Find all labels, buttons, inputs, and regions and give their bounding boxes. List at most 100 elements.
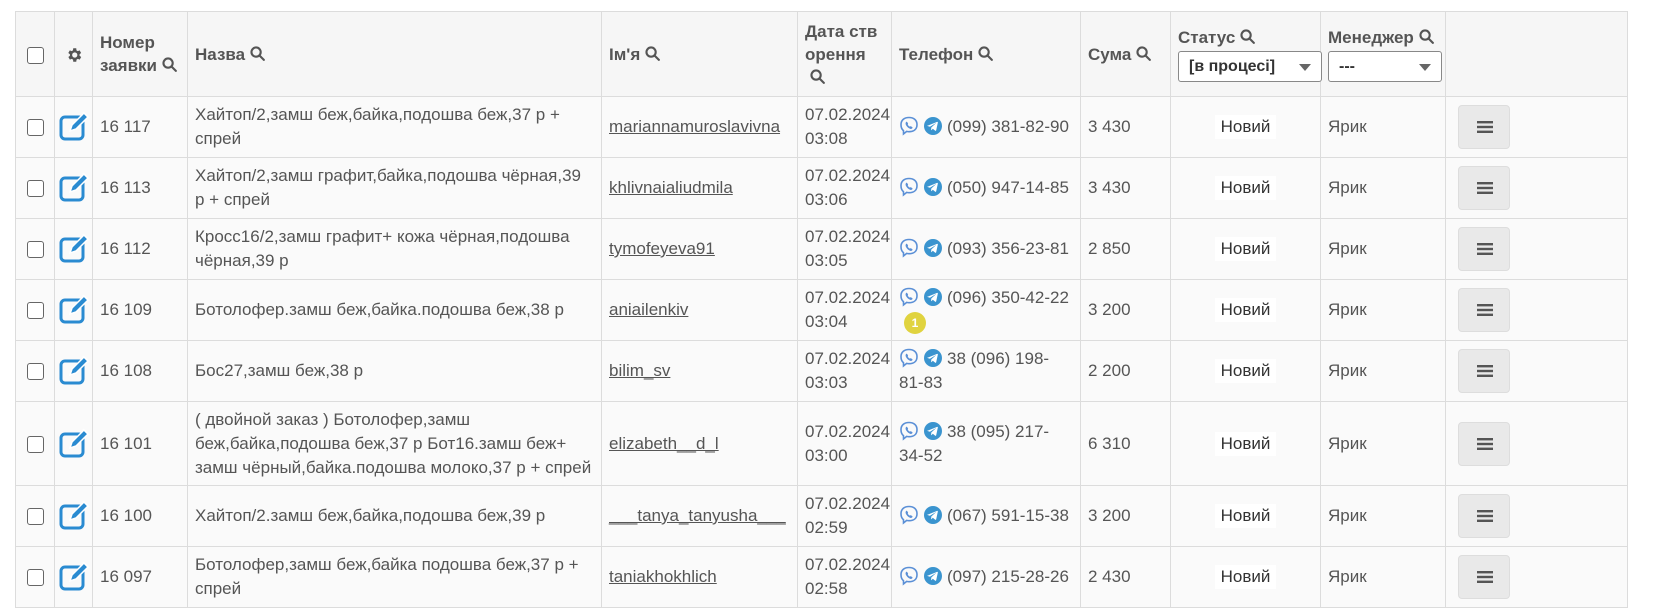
header-status: Статус [в процесі]	[1170, 11, 1322, 97]
row-edit-cell	[54, 401, 93, 486]
row-checkbox[interactable]	[26, 569, 44, 587]
menu-icon	[1477, 365, 1493, 377]
order-number: 16 113	[92, 157, 188, 219]
edit-icon[interactable]	[58, 500, 90, 532]
header-order-number[interactable]: Номер заявки	[92, 11, 188, 97]
header-manager-label: Менеджер	[1328, 28, 1414, 47]
edit-icon[interactable]	[58, 172, 90, 204]
phone-number[interactable]: (067) 591-15-38	[947, 506, 1069, 525]
row-menu-button[interactable]	[1458, 349, 1510, 393]
viber-icon[interactable]	[899, 177, 919, 197]
viber-icon[interactable]	[899, 287, 919, 307]
phone-number[interactable]: (099) 381-82-90	[947, 117, 1069, 136]
telegram-icon[interactable]	[923, 348, 943, 368]
viber-icon[interactable]	[899, 238, 919, 258]
search-icon[interactable]	[1239, 28, 1256, 45]
row-menu-button[interactable]	[1458, 166, 1510, 210]
viber-icon[interactable]	[899, 505, 919, 525]
phone-number[interactable]: 38 (096) 198-81-83	[899, 349, 1049, 392]
customer-link[interactable]: mariannamuroslavivna	[609, 117, 780, 136]
telegram-icon[interactable]	[923, 238, 943, 258]
table-row: 16 109 Ботолофер.замш беж,байка.подошва …	[15, 279, 1628, 341]
row-menu-button[interactable]	[1458, 421, 1510, 466]
customer-link[interactable]: tymofeyeva91	[609, 239, 715, 258]
actions-cell	[1445, 218, 1628, 280]
row-menu-button[interactable]	[1458, 288, 1510, 332]
manager-filter-select[interactable]: ---	[1328, 51, 1442, 82]
viber-icon[interactable]	[899, 116, 919, 136]
phone-number[interactable]: (096) 350-42-22	[947, 288, 1069, 307]
customer-link[interactable]: aniailenkiv	[609, 300, 688, 319]
telegram-icon[interactable]	[923, 505, 943, 525]
search-icon[interactable]	[1135, 45, 1152, 62]
customer-link[interactable]: taniakhokhlich	[609, 567, 717, 586]
header-amount[interactable]: Сума	[1080, 11, 1171, 97]
row-menu-button[interactable]	[1458, 494, 1510, 538]
phone-number[interactable]: (097) 215-28-26	[947, 567, 1069, 586]
telegram-icon[interactable]	[923, 421, 943, 441]
edit-icon[interactable]	[58, 427, 90, 460]
header-customer[interactable]: Ім'я	[601, 11, 798, 97]
amount-cell: 2 850	[1080, 218, 1171, 280]
edit-icon[interactable]	[58, 355, 90, 387]
notification-badge[interactable]: 1	[904, 312, 926, 334]
phone-number[interactable]: (050) 947-14-85	[947, 178, 1069, 197]
status-badge: Новий	[1214, 431, 1277, 456]
search-icon[interactable]	[161, 56, 178, 73]
row-checkbox[interactable]	[26, 119, 44, 137]
telegram-icon[interactable]	[923, 287, 943, 307]
telegram-icon[interactable]	[923, 116, 943, 136]
viber-icon[interactable]	[899, 566, 919, 586]
created-date: 07.02.2024	[805, 288, 891, 307]
edit-icon[interactable]	[58, 233, 90, 265]
actions-cell	[1445, 96, 1628, 158]
created-cell: 07.02.2024 03:05	[797, 218, 892, 280]
telegram-icon[interactable]	[923, 566, 943, 586]
search-icon[interactable]	[977, 45, 994, 62]
search-icon[interactable]	[644, 45, 661, 62]
phone-number[interactable]: 38 (095) 217-34-52	[899, 422, 1049, 465]
manager-cell: Ярик	[1320, 96, 1446, 158]
search-icon[interactable]	[1418, 28, 1435, 45]
gear-icon[interactable]	[65, 46, 83, 64]
viber-icon[interactable]	[899, 348, 919, 368]
edit-icon[interactable]	[58, 561, 90, 593]
phone-cell: 38 (095) 217-34-52	[891, 401, 1081, 486]
phone-number[interactable]: (093) 356-23-81	[947, 239, 1069, 258]
row-menu-button[interactable]	[1458, 555, 1510, 599]
viber-icon[interactable]	[899, 421, 919, 441]
manager-cell: Ярик	[1320, 157, 1446, 219]
row-checkbox[interactable]	[26, 180, 44, 198]
row-checkbox[interactable]	[26, 508, 44, 526]
telegram-icon[interactable]	[923, 177, 943, 197]
customer-link[interactable]: khlivnaialiudmila	[609, 178, 733, 197]
amount-cell: 2 430	[1080, 546, 1171, 608]
created-cell: 07.02.2024 02:58	[797, 546, 892, 608]
edit-icon[interactable]	[58, 294, 90, 326]
phone-cell: (050) 947-14-85	[891, 157, 1081, 219]
row-menu-button[interactable]	[1458, 105, 1510, 149]
header-phone[interactable]: Телефон	[891, 11, 1081, 97]
customer-link[interactable]: ___tanya_tanyusha___	[609, 506, 786, 525]
row-checkbox[interactable]	[26, 241, 44, 259]
edit-icon[interactable]	[58, 111, 90, 143]
row-select-cell	[15, 96, 55, 158]
row-checkbox[interactable]	[26, 302, 44, 320]
select-all-checkbox[interactable]	[26, 46, 44, 64]
search-icon[interactable]	[249, 45, 266, 62]
status-cell: Новий	[1170, 546, 1321, 608]
row-checkbox[interactable]	[26, 363, 44, 381]
header-customer-label: Ім'я	[609, 44, 641, 64]
header-name[interactable]: Назва	[187, 11, 602, 97]
customer-link[interactable]: bilim_sv	[609, 361, 670, 380]
order-title: Ботолофер.замш беж,байка.подошва беж,38 …	[187, 279, 602, 341]
settings-cell	[54, 11, 93, 97]
status-filter-select[interactable]: [в процесі]	[1178, 51, 1322, 82]
header-created[interactable]: Дата створення	[797, 11, 892, 97]
row-select-cell	[15, 546, 55, 608]
search-icon[interactable]	[809, 68, 826, 85]
row-edit-cell	[54, 485, 93, 547]
row-checkbox[interactable]	[26, 435, 44, 453]
row-menu-button[interactable]	[1458, 227, 1510, 271]
customer-link[interactable]: elizabeth__d_l	[609, 434, 719, 453]
